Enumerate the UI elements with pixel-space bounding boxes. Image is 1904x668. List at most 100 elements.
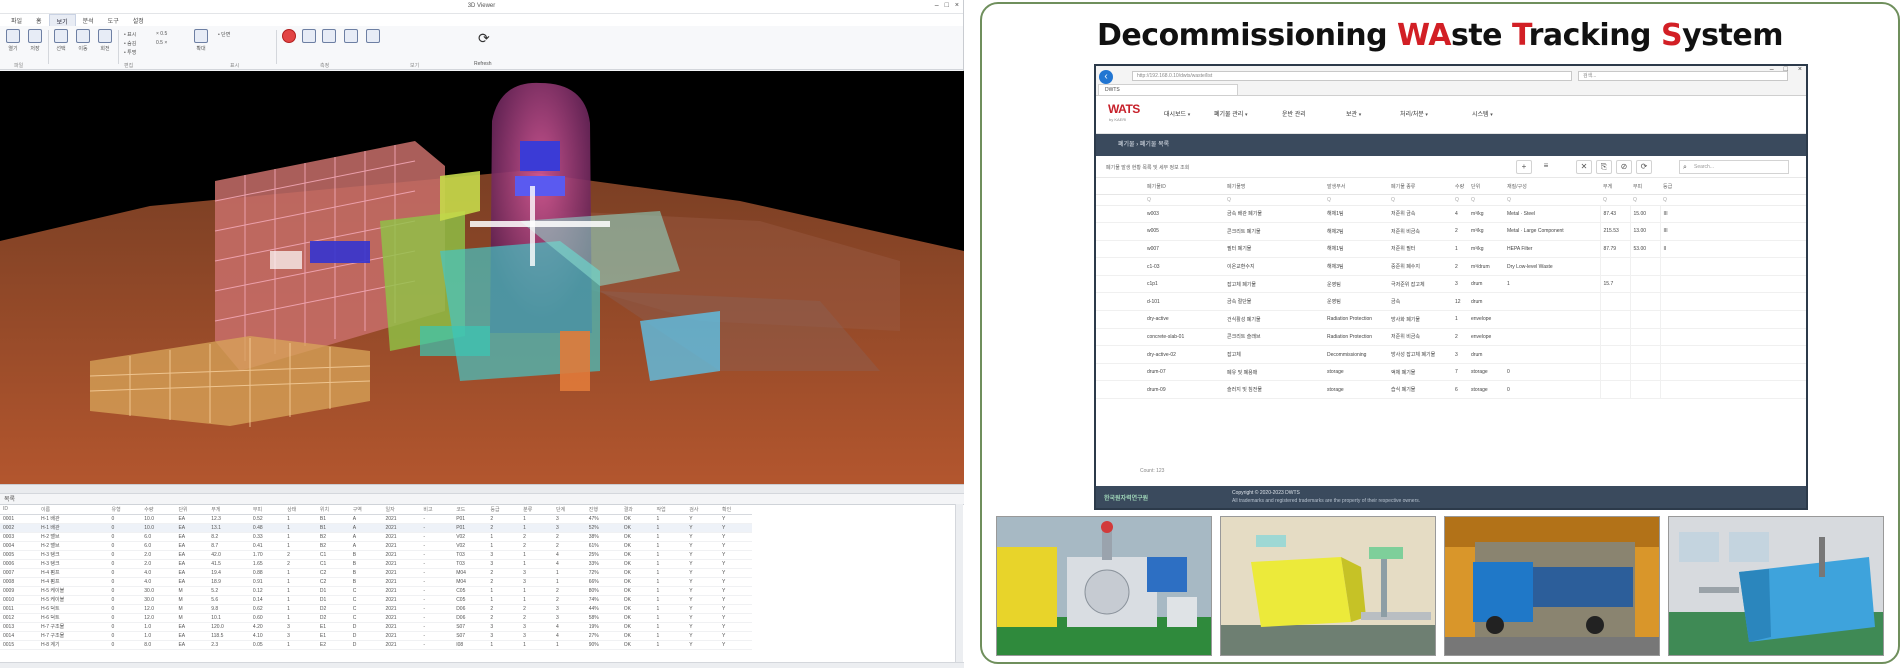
columns-button[interactable]: ≡ (1538, 160, 1554, 174)
hide-option[interactable]: • 숨김 (124, 40, 136, 47)
ribbon-tab-home[interactable]: 홈 (29, 14, 49, 26)
grid-column-header[interactable]: 수량 (141, 505, 176, 515)
browser-tab[interactable]: DWTS (1098, 84, 1238, 95)
panel-splitter[interactable] (0, 484, 964, 494)
grid-column-header[interactable]: 진행 (585, 505, 621, 515)
row-select-cell[interactable] (1096, 257, 1144, 276)
save-button[interactable]: 저장 (26, 29, 44, 59)
grid-column-header[interactable]: 코드 (453, 505, 488, 515)
maximize-button[interactable]: □ (945, 2, 949, 9)
open-button[interactable]: 열기 (4, 29, 22, 59)
grid-vertical-scrollbar[interactable] (955, 504, 963, 664)
close-button[interactable]: × (955, 2, 959, 9)
table-row[interactable]: c1-03 이온교환수지 해체3팀 중준위 폐수지 2 m³/drum Dry Low-le… (1096, 257, 1806, 276)
transparent-option[interactable]: • 투명 (124, 49, 136, 56)
table-row[interactable]: d-101 금속 절단물 운영팀 금속 12 drum (1096, 292, 1806, 312)
grid-column-header[interactable]: 단계 (552, 505, 586, 515)
scale-option[interactable]: × 0.5 (156, 31, 167, 37)
column-filter-input[interactable]: Q (1224, 194, 1324, 206)
grid-row[interactable]: 0005 H-3 탱크 0 2.0 EA 42.0 1.70 2 C1 B 2021- T03 3 1 4 2… (0, 550, 752, 560)
grid-row[interactable]: 0004 H-2 밸브 0 6.0 EA 8.7 0.41 1 B2 A 2021- V02 1 2 2 61… (0, 541, 752, 551)
grid-column-header[interactable]: 구역 (349, 505, 383, 515)
row-select-cell[interactable] (1096, 363, 1144, 382)
grid-row[interactable]: 0006 H-3 탱크 0 2.0 EA 41.5 1.65 2 C1 B 2021- T03 3 1 4 3… (0, 559, 752, 569)
row-select-cell[interactable] (1096, 240, 1144, 259)
grid-row[interactable]: 0007 H-4 펌프 0 4.0 EA 19.4 0.88 1 C2 B 2021- M04 2 3 1 7… (0, 568, 752, 578)
back-arrow-icon[interactable]: ‹ (1099, 70, 1113, 84)
grid-row[interactable]: 0011 H-6 덕트 0 12.0 M 9.8 0.62 1 D2 C 2021- D06 2 2 3 44… (0, 604, 752, 614)
grid-column-header[interactable]: 무게 (208, 505, 250, 515)
grid-row[interactable]: 0003 H-2 밸브 0 6.0 EA 8.2 0.33 1 B2 A 2021- V02 1 2 2 38… (0, 532, 752, 542)
column-filter-input[interactable]: Q (1452, 194, 1468, 206)
grid-column-header[interactable]: ID (0, 505, 38, 515)
grid-row[interactable]: 0010 H-5 케이블 0 30.0 M 5.6 0.14 1 D1 C 2021- C05 1 1 2 7… (0, 595, 752, 605)
grid-row[interactable]: 0009 H-5 케이블 0 30.0 M 5.2 0.12 1 D1 C 2021- C05 1 1 2 8… (0, 586, 752, 596)
column-header[interactable]: 발생부서 (1324, 180, 1388, 195)
row-select-cell[interactable] (1096, 205, 1144, 224)
column-filter-input[interactable]: Q (1388, 194, 1452, 206)
refresh-button[interactable]: ⟳ (1636, 160, 1652, 174)
column-filter-input[interactable]: Q (1324, 194, 1388, 206)
table-row[interactable]: c1p1 잡고체 폐기물 운영팀 극저준위 잡고체 3 drum 1 15.7 (1096, 275, 1806, 294)
column-filter-input[interactable]: Q (1630, 194, 1660, 206)
app-logo[interactable]: WATS (1108, 102, 1140, 116)
table-row[interactable]: w007 필터 폐기물 해체1팀 저준위 필터 1 m³/kg HEPA Filter 87.… (1096, 240, 1806, 259)
move-button[interactable]: 이동 (74, 29, 92, 59)
ribbon-tab-analysis[interactable]: 분석 (76, 14, 101, 26)
column-header[interactable]: 등급 (1660, 180, 1806, 195)
grid-column-header[interactable]: 검사 (686, 505, 720, 515)
rotate-button[interactable]: 회전 (96, 29, 114, 59)
nav-disposal[interactable]: 처리/처분 ▾ (1400, 109, 1428, 118)
grid-column-header[interactable]: 단위 (175, 505, 209, 515)
column-header[interactable]: 단위 (1468, 180, 1504, 195)
refresh-icon[interactable]: ⟳ (478, 30, 490, 47)
grid-row[interactable]: 0015 H-8 계기 0 8.0 EA 2.3 0.05 1 E2 D 2021- I08 1 1 1 90… (0, 640, 752, 650)
column-header[interactable]: 수량 (1452, 180, 1468, 195)
section-option[interactable]: • 단면 (218, 31, 230, 38)
grid-column-header[interactable]: 일자 (382, 505, 421, 515)
block-button[interactable]: ⊘ (1616, 160, 1632, 174)
row-select-cell[interactable] (1096, 222, 1144, 241)
browser-search[interactable]: 검색... (1578, 71, 1788, 81)
row-select-cell[interactable] (1096, 345, 1144, 364)
add-button[interactable]: + (1516, 160, 1532, 174)
scale-option-2[interactable]: 0.5 × (156, 40, 167, 46)
nav-dashboard[interactable]: 대시보드 ▾ (1164, 109, 1190, 118)
grid-column-header[interactable]: 결과 (620, 505, 654, 515)
markup-button[interactable] (364, 29, 382, 59)
minimize-button[interactable]: – (935, 2, 939, 9)
grid-column-header[interactable]: 위치 (316, 505, 350, 515)
grid-column-header[interactable]: 분류 (520, 505, 553, 515)
column-filter-input[interactable]: Q (1504, 194, 1600, 206)
table-row[interactable]: drum-07 폐유 및 폐용매 storage 액체 폐기물 7 storage 0 (1096, 363, 1806, 382)
row-select-cell[interactable] (1096, 328, 1144, 347)
show-option[interactable]: • 표시 (124, 31, 136, 38)
delete-button[interactable]: ✕ (1576, 160, 1592, 174)
grid-column-header[interactable]: 이름 (37, 505, 109, 515)
minimize-button[interactable]: – (1770, 66, 1774, 73)
column-header[interactable]: 재질/구성 (1504, 180, 1600, 195)
ribbon-tab-view[interactable]: 보기 (48, 14, 76, 26)
grid-row[interactable]: 0001 H-1 배관 0 10.0 EA 12.3 0.52 1 B1 A 2021- P01 2 1 3… (0, 514, 752, 524)
grid-row[interactable]: 0012 H-6 덕트 0 12.0 M 10.1 0.60 1 D2 C 2021- D06 2 2 3 5… (0, 613, 752, 623)
nav-transport[interactable]: 운반 관리 (1282, 109, 1306, 118)
column-filter-input[interactable]: Q (1144, 194, 1224, 206)
row-select-cell[interactable] (1096, 380, 1144, 400)
column-header[interactable]: 부피 (1630, 180, 1660, 195)
grid-horizontal-scrollbar[interactable] (0, 662, 964, 668)
table-row[interactable]: concrete-slab-01 콘크리트 슬래브 Radiation Protec… (1096, 328, 1806, 347)
grid-search-input[interactable]: ⌕ Search... (1679, 160, 1789, 174)
address-bar[interactable]: http://192.168.0.10/dwts/waste/list (1132, 71, 1572, 81)
nav-waste[interactable]: 폐기물 관리 ▾ (1214, 109, 1247, 118)
row-select-cell[interactable] (1096, 275, 1144, 294)
grid-column-header[interactable]: 비고 (420, 505, 454, 515)
grid-row[interactable]: 0014 H-7 구조물 0 1.0 EA 118.5 4.10 3 E1 D 2021- S07 3 3… (0, 631, 752, 641)
column-filter-input[interactable]: Q (1600, 194, 1630, 206)
stop-button[interactable] (280, 29, 298, 59)
ribbon-tab-tools[interactable]: 도구 (101, 14, 126, 26)
table-row[interactable]: w003 금속 배관 폐기물 해체1팀 저준위 금속 4 m³/kg Metal · Ste… (1096, 205, 1806, 224)
measure-button[interactable] (342, 29, 360, 59)
grid-row[interactable]: 0008 H-4 펌프 0 4.0 EA 18.9 0.91 1 C2 B 2021- M04 2 3 1 6… (0, 577, 752, 587)
column-header[interactable]: 폐기물ID (1144, 180, 1224, 195)
table-row[interactable]: dry-active-02 잡고체 Decommissioning 방사성 잡고체 폐… (1096, 345, 1806, 364)
